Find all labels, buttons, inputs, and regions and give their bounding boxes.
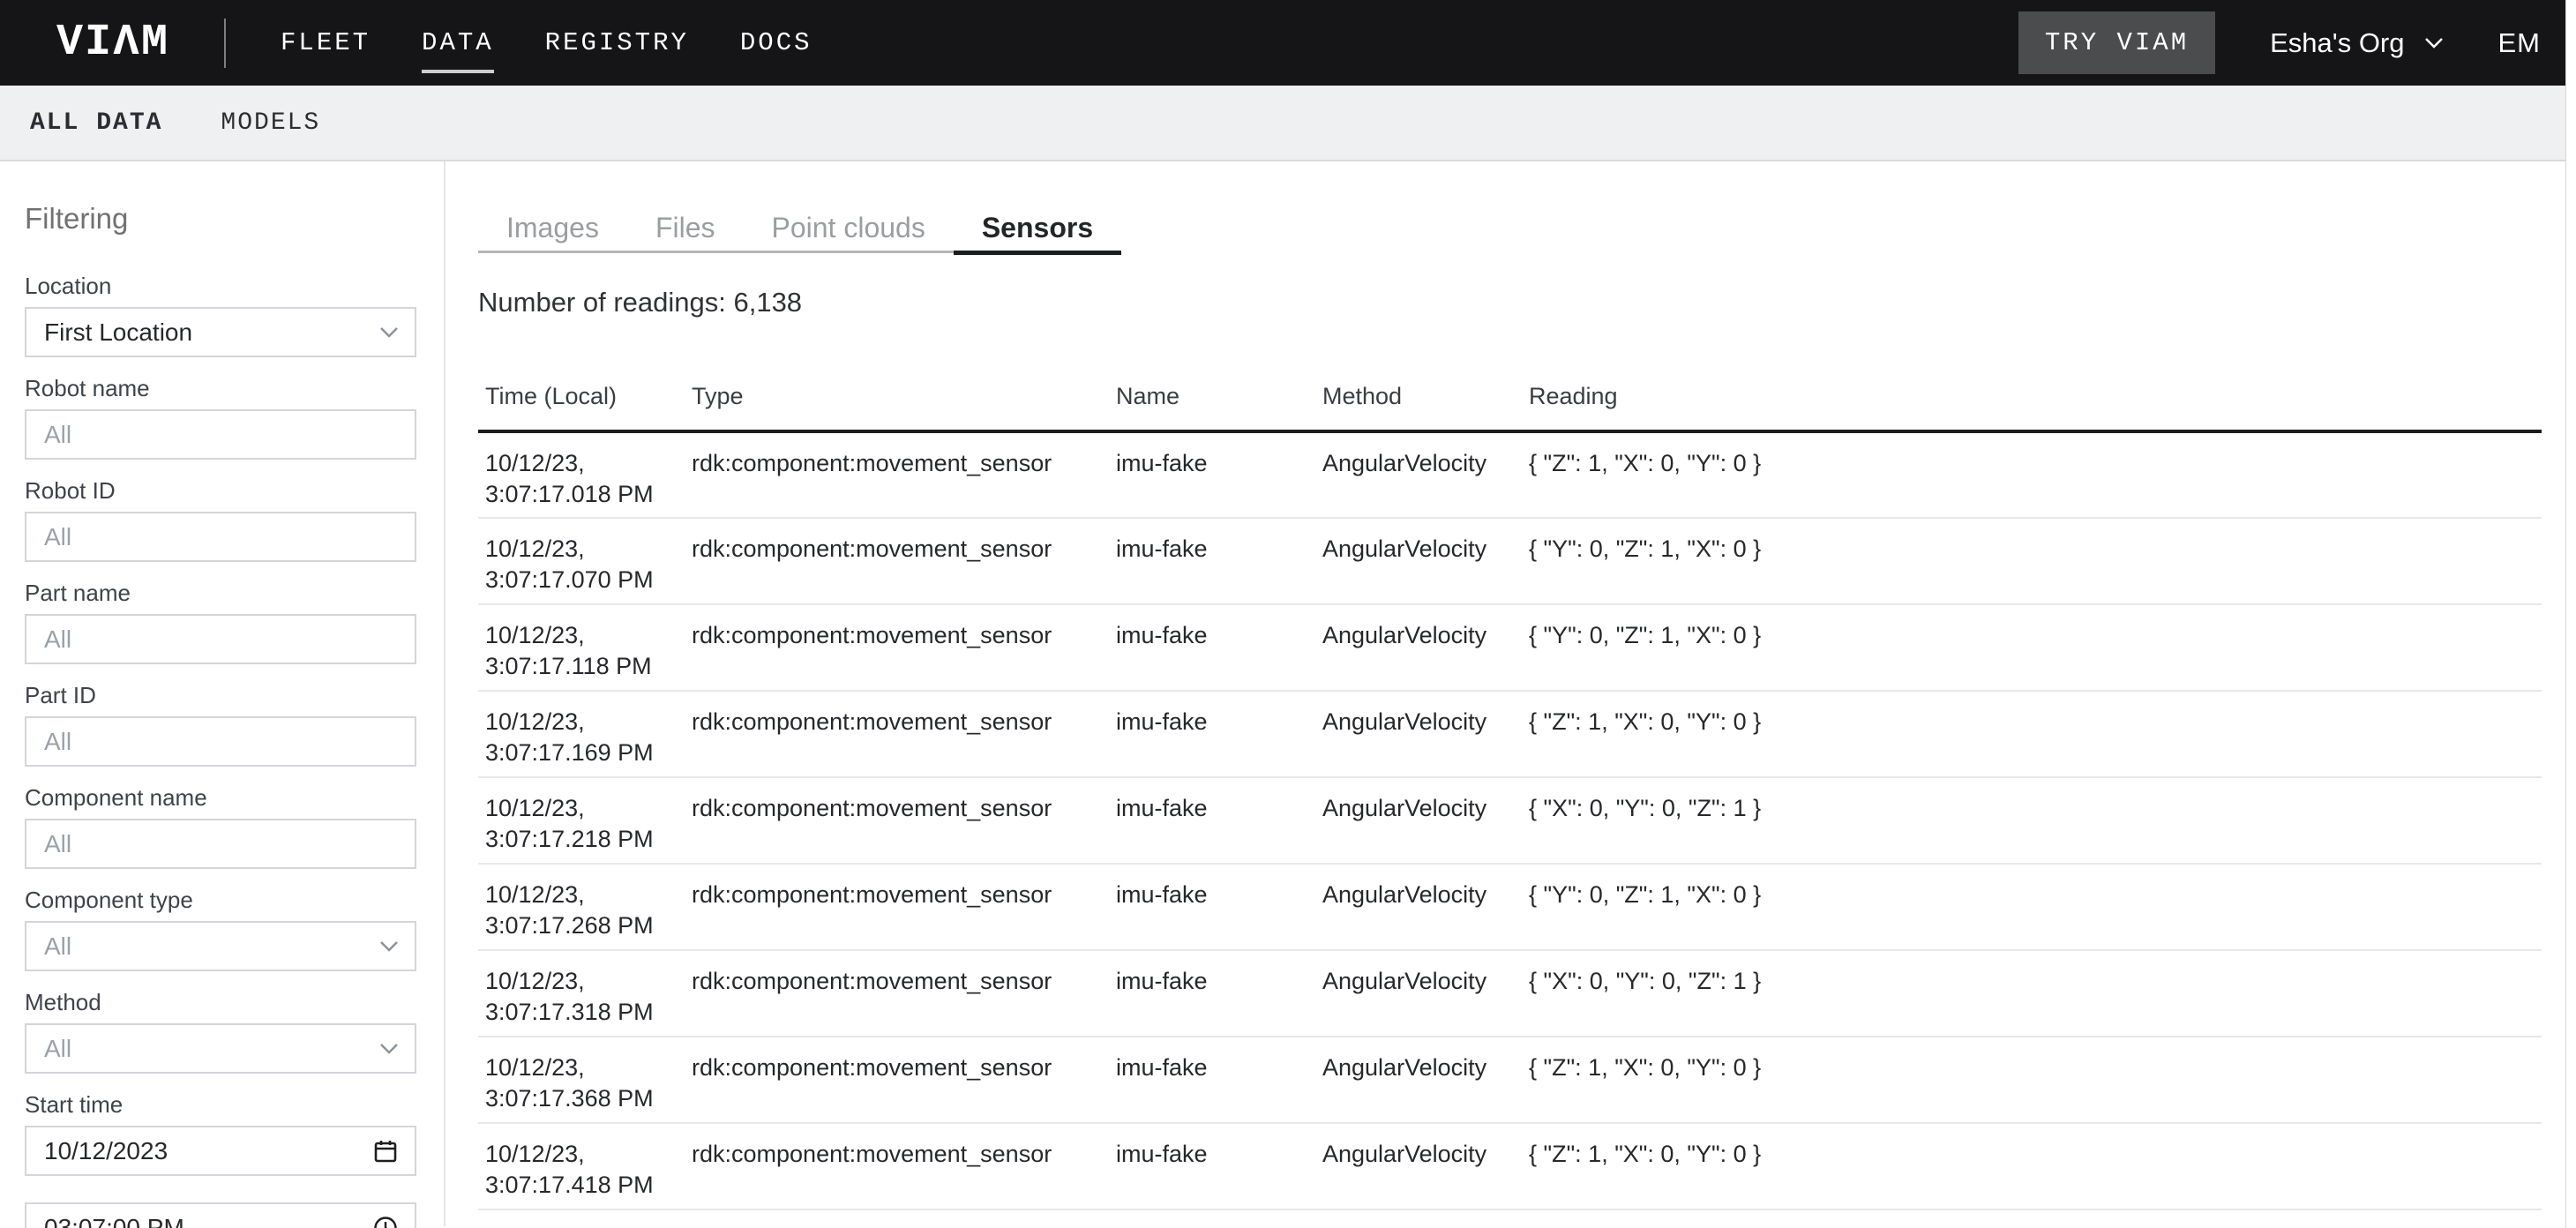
component-name-input[interactable]: [25, 819, 416, 869]
filter-part-name: Part name: [25, 582, 416, 664]
table-header-row: Time (Local) Type Name Method Reading: [478, 383, 2542, 431]
col-header-name: Name: [1109, 383, 1315, 431]
part-name-input[interactable]: [25, 614, 416, 664]
subnav-tab-all-data[interactable]: ALL DATA: [30, 109, 162, 137]
part-name-label: Part name: [25, 582, 416, 603]
user-avatar[interactable]: EM: [2498, 27, 2542, 59]
part-id-label: Part ID: [25, 685, 416, 706]
nav-item-registry[interactable]: REGISTRY: [545, 28, 689, 73]
tab-sensors[interactable]: Sensors: [954, 197, 1121, 255]
chevron-down-icon: [379, 940, 399, 953]
org-switcher[interactable]: Esha's Org: [2270, 27, 2443, 59]
top-bar: VIΛM FLEET DATA REGISTRY DOCS TRY VIAM E…: [0, 0, 2565, 86]
start-time-label: Start time: [25, 1094, 416, 1115]
filtering-title: Filtering: [25, 201, 416, 236]
tab-point-clouds[interactable]: Point clouds: [744, 197, 954, 253]
filter-part-id: Part ID: [25, 685, 416, 767]
col-header-method: Method: [1315, 383, 1522, 431]
table-row: 10/12/23,3:07:17.218 PM rdk:component:mo…: [478, 777, 2542, 864]
robot-name-input[interactable]: [25, 409, 416, 460]
sensor-readings-table: Time (Local) Type Name Method Reading 10…: [478, 383, 2542, 1210]
filter-location: Location First Location: [25, 275, 416, 357]
table-row: 10/12/23,3:07:17.268 PM rdk:component:mo…: [478, 864, 2542, 950]
topbar-divider: [224, 19, 226, 68]
col-header-type: Type: [685, 383, 1109, 431]
component-type-label: Component type: [25, 889, 416, 910]
method-select[interactable]: All: [25, 1023, 416, 1074]
table-row: 10/12/23,3:07:17.318 PM rdk:component:mo…: [478, 950, 2542, 1037]
chevron-down-icon: [379, 326, 399, 339]
table-row: 10/12/23,3:07:17.070 PM rdk:component:mo…: [478, 518, 2542, 604]
filter-start-time: Start time 10/12/2023 03:07:00 PM: [25, 1094, 416, 1228]
readings-count: Number of readings: 6,138: [478, 286, 2544, 319]
subnav-tab-models[interactable]: MODELS: [221, 109, 320, 137]
col-header-reading: Reading: [1522, 383, 2542, 431]
org-name: Esha's Org: [2270, 27, 2404, 59]
nav-item-data[interactable]: DATA: [422, 28, 494, 73]
filter-component-name: Component name: [25, 787, 416, 869]
robot-id-label: Robot ID: [25, 480, 416, 501]
part-id-input[interactable]: [25, 716, 416, 767]
nav-item-fleet[interactable]: FLEET: [281, 28, 371, 73]
col-header-time: Time (Local): [478, 383, 685, 431]
tab-images[interactable]: Images: [478, 197, 627, 253]
method-label: Method: [25, 992, 416, 1013]
table-row: 10/12/23,3:07:17.118 PM rdk:component:mo…: [478, 604, 2542, 691]
robot-id-input[interactable]: [25, 512, 416, 562]
table-row: 10/12/23,3:07:17.169 PM rdk:component:mo…: [478, 691, 2542, 777]
start-time-input[interactable]: 03:07:00 PM: [25, 1202, 416, 1228]
chevron-down-icon: [2424, 37, 2444, 49]
table-row: 10/12/23,3:07:17.018 PM rdk:component:mo…: [478, 431, 2542, 518]
robot-name-label: Robot name: [25, 378, 416, 399]
component-type-value: All: [44, 932, 71, 961]
filtering-sidebar: Filtering Location First Location Robot …: [0, 161, 446, 1226]
viam-logo: VIΛM: [56, 18, 169, 68]
clock-icon[interactable]: [372, 1215, 399, 1228]
location-value: First Location: [44, 318, 192, 347]
data-type-tabs: Images Files Point clouds Sensors: [478, 197, 1121, 255]
start-time-value: 03:07:00 PM: [44, 1214, 184, 1228]
component-name-label: Component name: [25, 787, 416, 808]
start-date-value: 10/12/2023: [44, 1137, 168, 1165]
try-viam-button[interactable]: TRY VIAM: [2018, 11, 2215, 74]
chevron-down-icon: [379, 1043, 399, 1055]
scrollbar[interactable]: [2565, 0, 2576, 1228]
filter-component-type: Component type All: [25, 889, 416, 971]
table-row: 10/12/23,3:07:17.368 PM rdk:component:mo…: [478, 1037, 2542, 1123]
location-select[interactable]: First Location: [25, 307, 416, 357]
nav-item-docs[interactable]: DOCS: [740, 28, 812, 73]
data-main: Images Files Point clouds Sensors Number…: [446, 161, 2565, 1226]
start-date-input[interactable]: 10/12/2023: [25, 1126, 416, 1176]
data-subnav: ALL DATA MODELS: [0, 86, 2565, 161]
method-value: All: [44, 1035, 71, 1063]
filter-method: Method All: [25, 992, 416, 1074]
tab-files[interactable]: Files: [627, 197, 744, 253]
top-navigation: FLEET DATA REGISTRY DOCS: [281, 28, 812, 57]
filter-robot-name: Robot name: [25, 378, 416, 460]
table-row: 10/12/23,3:07:17.418 PM rdk:component:mo…: [478, 1123, 2542, 1209]
location-label: Location: [25, 275, 416, 296]
filter-robot-id: Robot ID: [25, 480, 416, 562]
calendar-icon[interactable]: [372, 1138, 399, 1164]
component-type-select[interactable]: All: [25, 921, 416, 971]
